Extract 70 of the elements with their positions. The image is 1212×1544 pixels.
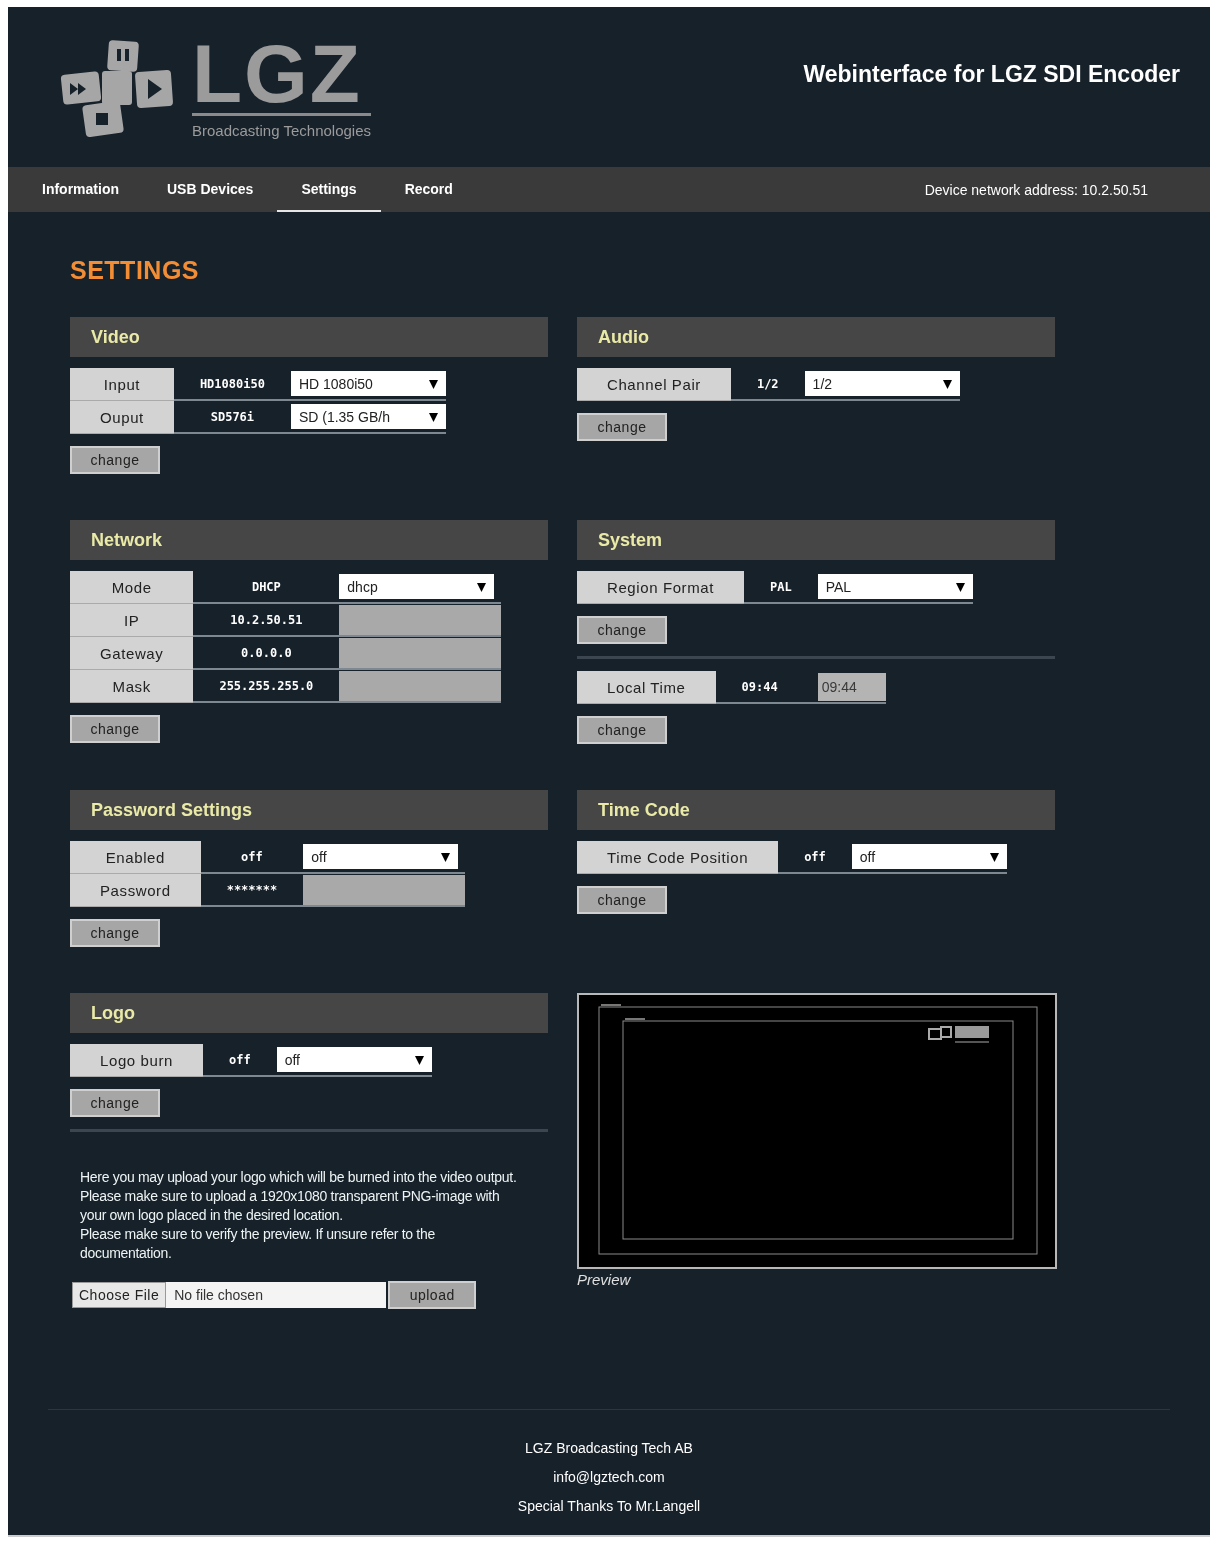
input-field[interactable]: 09:44: [817, 672, 886, 701]
change-button[interactable]: change: [70, 919, 160, 947]
dropdown[interactable]: off: [276, 1047, 432, 1072]
section-header: Time Code: [577, 790, 1055, 830]
footer-text: info@lgztech.com: [553, 1468, 665, 1487]
dropdown[interactable]: PAL: [817, 574, 973, 599]
page-title: SETTINGS: [70, 256, 200, 285]
section-header: Network: [70, 520, 548, 560]
choose-file-button[interactable]: Choose File: [72, 1282, 167, 1308]
caret-icon: [989, 851, 999, 862]
dropdown[interactable]: HD 1080i50: [290, 371, 446, 396]
caret-icon: [942, 378, 952, 389]
field-label: Input: [70, 368, 174, 401]
logo-icon: [60, 37, 176, 137]
file-name-field: No file chosen: [166, 1282, 387, 1308]
field-label: Logo burn: [70, 1044, 203, 1077]
dropdown[interactable]: off: [303, 844, 459, 869]
logo-wordmark: LGZ: [192, 37, 371, 116]
nav-tab[interactable]: Record: [380, 167, 477, 212]
input-field[interactable]: [339, 604, 502, 635]
input-field[interactable]: [339, 637, 502, 668]
field-label: Password: [70, 874, 201, 907]
help-text: Please make sure to verify the preview. If unsure refer to the documentation.: [80, 1225, 436, 1263]
field-label: Gateway: [70, 637, 194, 670]
field-label: Ouput: [70, 401, 174, 434]
field-label: Time Code Position: [577, 841, 779, 874]
caret-icon: [428, 378, 438, 389]
nav-tab[interactable]: USB Devices: [143, 167, 278, 212]
preview-caption: Preview: [577, 1271, 632, 1288]
help-text: Here you may upload your logo which will be burned into the video output. Please make sure to upload a 1920x1080 transparent PNG-image with your own logo placed in the desired location.: [80, 1168, 518, 1225]
nav-tab[interactable]: Settings: [277, 167, 381, 212]
section-header: System: [577, 520, 1055, 560]
change-button[interactable]: change: [577, 413, 667, 441]
change-button[interactable]: change: [577, 716, 667, 744]
footer-text: LGZ Broadcasting Tech AB: [525, 1439, 693, 1458]
section-header: Logo: [70, 993, 548, 1033]
input-field[interactable]: [339, 670, 502, 701]
current-value: SD576i: [173, 401, 291, 434]
caret-icon: [414, 1054, 424, 1065]
field-label: IP: [70, 604, 194, 637]
section-header: Password Settings: [70, 790, 548, 830]
dropdown[interactable]: dhcp: [339, 574, 495, 599]
app-title: Webinterface for LGZ SDI Encoder: [803, 61, 1180, 88]
change-button[interactable]: change: [577, 616, 667, 644]
current-value: 09:44: [715, 671, 804, 704]
field-label: Channel Pair: [577, 368, 731, 401]
footer-text: Special Thanks To Mr.Langell: [517, 1497, 701, 1516]
input-field[interactable]: [303, 874, 466, 905]
dropdown[interactable]: off: [851, 844, 1007, 869]
change-button[interactable]: change: [70, 1089, 160, 1117]
field-label: Enabled: [70, 841, 201, 874]
caret-icon: [955, 581, 965, 592]
field-label: Mask: [70, 670, 194, 703]
field-label: Mode: [70, 571, 194, 604]
caret-icon: [441, 851, 451, 862]
caret-icon: [428, 411, 438, 422]
change-button[interactable]: change: [70, 446, 160, 474]
caret-icon: [477, 581, 487, 592]
nav-tab[interactable]: Information: [18, 167, 143, 212]
logo-tagline: Broadcasting Technologies: [192, 122, 371, 139]
dropdown[interactable]: 1/2: [804, 371, 960, 396]
field-label: Local Time: [577, 671, 716, 704]
upload-button[interactable]: upload: [388, 1281, 477, 1309]
dropdown[interactable]: SD (1.35 GB/h: [290, 404, 446, 429]
section-header: Audio: [577, 317, 1055, 357]
field-label: Region Format: [577, 571, 744, 604]
change-button[interactable]: change: [70, 715, 160, 743]
device-address: Device network address: 10.2.50.51: [924, 181, 1148, 198]
change-button[interactable]: change: [577, 886, 667, 914]
section-header: Video: [70, 317, 548, 357]
